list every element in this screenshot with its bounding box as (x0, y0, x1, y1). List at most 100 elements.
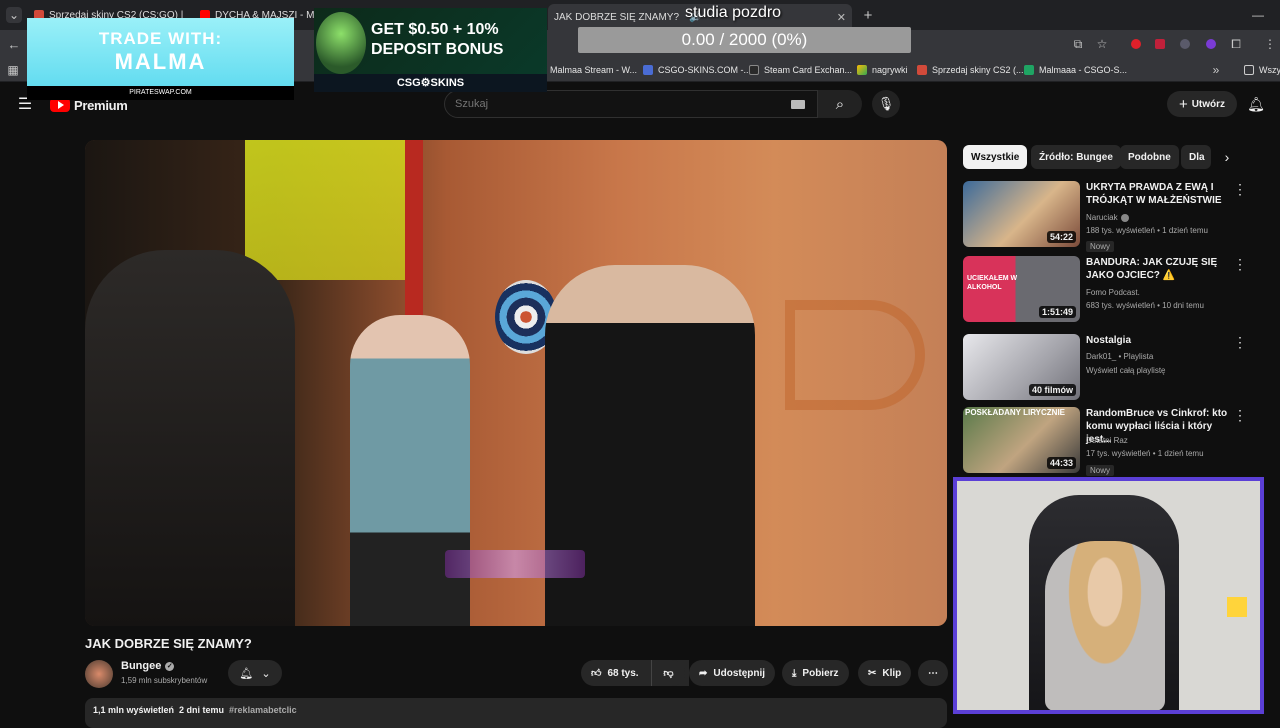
download-label: Pobierz (802, 667, 839, 679)
recommendation-meta: 17 tys. wyświetleń • 1 dzień temu (1086, 449, 1204, 458)
bookmark-label: CSGO-SKINS.COM -... (658, 65, 752, 75)
channel-name[interactable]: Bungee (121, 660, 161, 672)
webcam-frame (953, 477, 1264, 714)
voice-search-button[interactable]: 🎙 (872, 90, 900, 118)
chip-for-you[interactable]: Dla (1181, 145, 1211, 169)
notifications-bell-icon[interactable]: 🔔︎ (1247, 95, 1265, 113)
bookmark-folder[interactable]: Wszy (1244, 62, 1280, 78)
chip-label: Podobne (1128, 151, 1171, 163)
extensions-puzzle-icon[interactable]: ⧠ (1228, 36, 1244, 52)
bonus-line: GET $0.50 + 10% (371, 21, 499, 38)
dislike-button[interactable]: 👎︎ (651, 660, 685, 686)
extension-icon[interactable] (1155, 39, 1165, 49)
subscriber-count: 1,59 mln subskrybentów (121, 676, 208, 685)
bookmark-star-icon[interactable]: ☆ (1094, 36, 1110, 52)
search-button[interactable]: ⌕ (818, 90, 862, 118)
share-button[interactable]: ➦ Udostępnij (689, 660, 776, 686)
clip-button[interactable]: ✂ Klip (858, 660, 912, 686)
chip-all[interactable]: Wszystkie (963, 145, 1028, 169)
badge-label: Nowy (1086, 241, 1115, 252)
recommendation-item[interactable]: 54:22 UKRYTA PRAWDA Z EWĄ I TRÓJKĄT W MA… (963, 181, 1263, 252)
more-vert-icon[interactable]: ⋮ (1233, 256, 1247, 273)
bookmark-label: Steam Card Exchan... (764, 65, 853, 75)
download-button[interactable]: ⤓ Pobierz (782, 660, 849, 686)
graffiti-letter (785, 300, 925, 410)
hashtag-link[interactable]: #reklamabetclic (229, 705, 297, 721)
playlist-item[interactable]: 40 filmów Nostalgia Dark01_ • Playlista … (963, 334, 1263, 400)
recommendation-title: UKRYTA PRAWDA Z EWĄ I TRÓJKĄT W MAŁŻEŃST… (1086, 182, 1222, 206)
yellow-wall (245, 140, 405, 280)
install-icon[interactable]: ⧉ (1070, 36, 1086, 52)
menu-dots-icon[interactable]: ⋮ (1262, 36, 1278, 52)
view-playlist-link[interactable]: Wyświetl całą playlistę (1086, 364, 1166, 377)
more-actions-button[interactable]: ⋯ (918, 660, 948, 686)
thumbnail-text: POSKŁADANY LIRYCZNIE (965, 408, 1066, 417)
more-bookmarks-icon[interactable]: » (1210, 62, 1222, 78)
tab-list-icon[interactable]: ⌄ (6, 7, 22, 23)
video-thumbnail: UCIEKAŁEM W ALKOHOL 1:51:49 (963, 256, 1080, 322)
thumbs-up-icon: 👍︎ (591, 668, 602, 679)
chevron-down-icon: ⌄ (261, 667, 271, 680)
scissors-icon: ✂ (868, 667, 877, 679)
chip-from-channel[interactable]: Źródło: Bungee (1031, 145, 1121, 169)
extension-icon[interactable] (1180, 39, 1190, 49)
bonus-overlay: GET $0.50 + 10% DEPOSIT BONUS CSG⚙SKINS (314, 8, 547, 92)
bookmark-item[interactable]: Sprzedaj skiny CS2 (... (917, 62, 1024, 78)
playlist-thumbnail: 40 filmów (963, 334, 1080, 400)
duration-badge: 54:22 (1046, 231, 1076, 243)
chip-label: Źródło: Bungee (1039, 151, 1113, 163)
bookmark-label: nagrywki (872, 65, 908, 75)
new-tab-icon[interactable]: + (860, 6, 876, 24)
bookmark-item[interactable]: Malmaaa - CSGO-S... (1024, 62, 1127, 78)
promo-text: TRADE WITH: (98, 29, 223, 48)
person-left (85, 250, 295, 626)
keyboard-icon[interactable] (791, 99, 805, 109)
streamer (1045, 541, 1165, 710)
verified-icon: ✓ (165, 661, 175, 671)
upload-date: 2 dni temu (179, 705, 225, 715)
video-player[interactable] (85, 140, 947, 626)
recommendation-channel: Ostatni Raz (1086, 436, 1128, 445)
recommendation-title: BANDURA: JAK CZUJĘ SIĘ JAKO OJCIEC? ⚠️ (1086, 257, 1218, 281)
recommendation-channel: Naruciak (1086, 211, 1129, 224)
clip-label: Klip (882, 667, 902, 679)
search-box[interactable] (444, 90, 818, 118)
channel-avatar[interactable] (85, 660, 113, 688)
extension-icon[interactable] (1206, 39, 1216, 49)
create-label: Utwórz (1191, 98, 1226, 110)
apps-grid-icon[interactable]: ▦ (6, 63, 20, 77)
bookmark-item[interactable]: CSGO-SKINS.COM -... (643, 62, 751, 78)
more-vert-icon[interactable]: ⋮ (1233, 181, 1247, 198)
chevron-right-icon[interactable]: › (1217, 145, 1237, 169)
extension-icon[interactable] (1131, 39, 1141, 49)
like-count: 68 tys. (607, 667, 639, 679)
bonus-brand: CSG⚙SKINS (314, 74, 547, 92)
download-icon: ⤓ (792, 667, 797, 679)
bookmark-favicon (917, 65, 927, 75)
recommendation-channel: Fomo Podcast. (1086, 288, 1140, 297)
bonus-line: DEPOSIT BONUS (371, 41, 504, 58)
promo-site: PIRATESWAP.COM (129, 89, 192, 96)
goal-text: 0.00 / 2000 (0%) (681, 30, 808, 49)
bookmark-item[interactable]: Malmaa Stream - W... (550, 62, 637, 78)
description-box[interactable]: 1,1 mln wyświetleń 2 dni temu #reklamabe… (85, 698, 947, 728)
back-icon[interactable]: ← (6, 36, 22, 52)
bookmark-item[interactable]: nagrywki (857, 62, 908, 78)
more-dots-icon: ⋯ (928, 667, 938, 679)
chip-related[interactable]: Podobne (1120, 145, 1179, 169)
bookmark-label: Wszy (1259, 65, 1280, 75)
recommendation-item[interactable]: UCIEKAŁEM W ALKOHOL 1:51:49 BANDURA: JAK… (963, 256, 1263, 322)
search-input[interactable] (455, 98, 785, 110)
recommendation-item[interactable]: POSKŁADANY LIRYCZNIE 44:33 RandomBruce v… (963, 407, 1263, 476)
subscription-bell-button[interactable]: 🔔︎ ⌄ (228, 660, 282, 686)
minimize-icon[interactable]: — (1250, 6, 1266, 24)
more-vert-icon[interactable]: ⋮ (1233, 334, 1247, 351)
create-button[interactable]: + Utwórz (1167, 91, 1237, 117)
glitch-overlay (445, 550, 585, 578)
close-icon[interactable]: ✕ (837, 11, 846, 24)
recommendation-meta: 683 tys. wyświetleń • 10 dni temu (1086, 301, 1204, 310)
bookmark-favicon (643, 65, 653, 75)
bookmark-item[interactable]: Steam Card Exchan... (749, 62, 852, 78)
channel-name-row[interactable]: Bungee ✓ (121, 660, 175, 672)
more-vert-icon[interactable]: ⋮ (1233, 407, 1247, 424)
